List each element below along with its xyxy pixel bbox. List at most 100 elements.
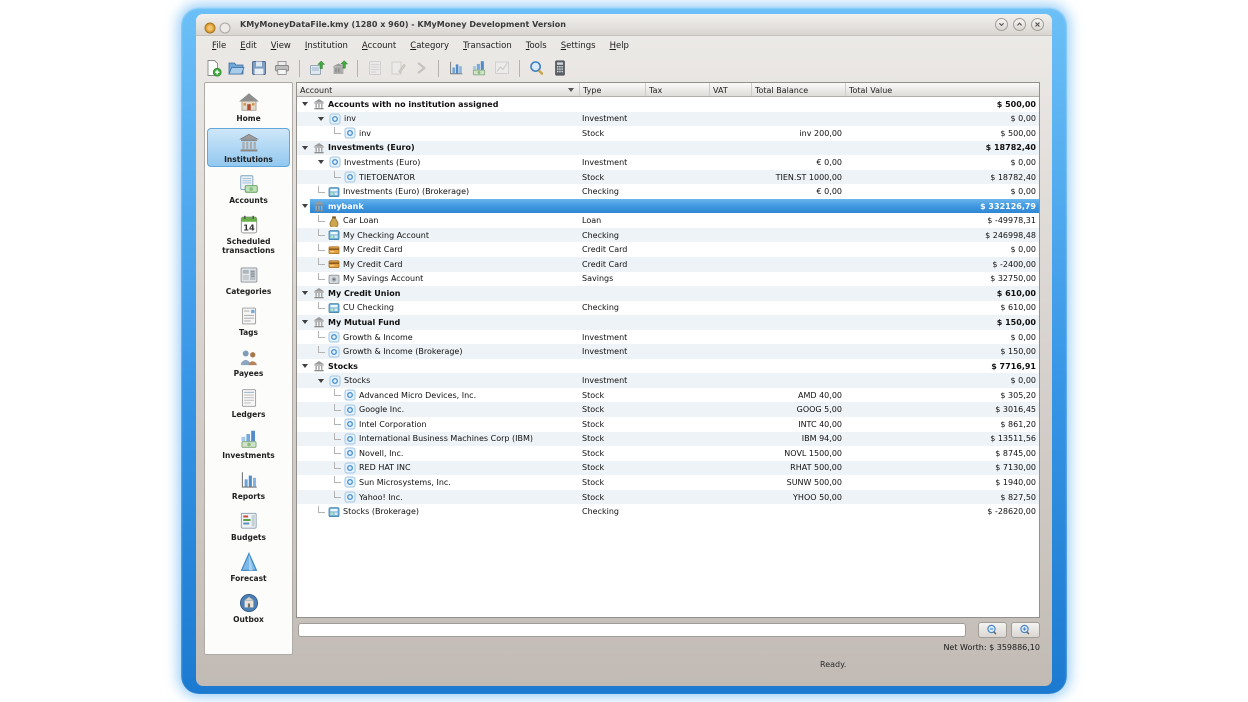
cell-name: Sun Microsystems, Inc.: [297, 475, 579, 490]
cell-type: Stock: [579, 461, 645, 476]
sidebar-item-ledgers[interactable]: Ledgers: [207, 383, 290, 422]
maximize-button[interactable]: [1013, 18, 1026, 31]
column-header-account[interactable]: Account: [297, 83, 579, 96]
close-button[interactable]: [1031, 18, 1044, 31]
tree-expander-icon[interactable]: [302, 146, 308, 150]
collapse-all-button[interactable]: [978, 622, 1007, 638]
toolbar-find-icon[interactable]: [528, 59, 546, 77]
column-header-type[interactable]: Type: [579, 83, 645, 96]
table-row[interactable]: Intel CorporationStockINTC 40,00$ 861,20: [297, 417, 1039, 432]
sidebar-item-home[interactable]: Home: [207, 87, 290, 126]
column-header-tax[interactable]: Tax: [645, 83, 709, 96]
menu-account[interactable]: Account: [355, 39, 403, 53]
sidebar-item-outbox[interactable]: Outbox: [207, 588, 290, 627]
menu-view[interactable]: View: [264, 39, 298, 53]
menu-category[interactable]: Category: [403, 39, 456, 53]
sidebar-item-tags[interactable]: Tags: [207, 301, 290, 340]
menu-file[interactable]: File: [205, 39, 233, 53]
cell-balance: YHOO 50,00: [751, 490, 845, 505]
table-row[interactable]: Investments (Euro)Investment€ 0,00$ 0,00: [297, 155, 1039, 170]
cell-vat: [709, 490, 751, 505]
toolbar-new-account-icon[interactable]: [308, 59, 326, 77]
tree-expander-icon[interactable]: [302, 102, 308, 106]
column-header-total-value[interactable]: Total Value: [845, 83, 1039, 96]
column-header-total-balance[interactable]: Total Balance: [751, 83, 845, 96]
table-row[interactable]: TIETOENATORStockTIEN.ST 1000,00$ 18782,4…: [297, 170, 1039, 185]
sidebar-item-institutions[interactable]: Institutions: [207, 128, 290, 167]
table-row[interactable]: Yahoo! Inc.StockYHOO 50,00$ 827,50: [297, 490, 1039, 505]
table-row[interactable]: Investments (Euro)$ 18782,40: [297, 141, 1039, 156]
tree-expander-icon[interactable]: [318, 117, 324, 121]
table-row[interactable]: Sun Microsystems, Inc.StockSUNW 500,00$ …: [297, 475, 1039, 490]
toolbar-new-file-icon[interactable]: [204, 59, 222, 77]
table-row[interactable]: My Credit Union$ 610,00: [297, 286, 1039, 301]
tree-expander-icon[interactable]: [302, 204, 308, 208]
table-row[interactable]: mybank$ 332126,79: [297, 199, 1039, 214]
table-row[interactable]: RED HAT INCStockRHAT 500,00$ 7130,00: [297, 461, 1039, 476]
tree-expander-icon[interactable]: [302, 320, 308, 324]
table-row[interactable]: Investments (Euro) (Brokerage)Checking€ …: [297, 184, 1039, 199]
tree-expander-icon[interactable]: [318, 160, 324, 164]
menu-help[interactable]: Help: [603, 39, 636, 53]
table-row[interactable]: My Savings AccountSavings$ 32750,00: [297, 272, 1039, 287]
sidebar-item-investments[interactable]: Investments: [207, 424, 290, 463]
sidebar-item-forecast[interactable]: Forecast: [207, 547, 290, 586]
toolbar-print-icon[interactable]: [273, 59, 291, 77]
toolbar-calculator-icon[interactable]: [551, 59, 569, 77]
table-row[interactable]: International Business Machines Corp (IB…: [297, 432, 1039, 447]
sidebar-item-payees[interactable]: Payees: [207, 342, 290, 381]
kmymoney-app-icon: [204, 19, 216, 31]
table-row[interactable]: My Checking AccountChecking$ 246998,48: [297, 228, 1039, 243]
sidebar-item-accounts[interactable]: Accounts: [207, 169, 290, 208]
sidebar-item-label: Investments: [222, 451, 274, 460]
toolbar: [196, 55, 569, 81]
tree-expander-icon[interactable]: [302, 291, 308, 295]
table-row[interactable]: Stocks$ 7716,91: [297, 359, 1039, 374]
menu-tools[interactable]: Tools: [519, 39, 554, 53]
expand-all-button[interactable]: [1011, 622, 1040, 638]
menu-institution[interactable]: Institution: [298, 39, 355, 53]
cell-tax: [645, 504, 709, 519]
window-menu-icon[interactable]: [219, 19, 231, 31]
table-row[interactable]: My Credit CardCredit Card$ -2400,00: [297, 257, 1039, 272]
menu-edit[interactable]: Edit: [233, 39, 263, 53]
toolbar-open-file-icon[interactable]: [227, 59, 245, 77]
sidebar-item-reports[interactable]: Reports: [207, 465, 290, 504]
investment-icon: [344, 447, 356, 459]
menu-settings[interactable]: Settings: [554, 39, 603, 53]
column-header-vat[interactable]: VAT: [709, 83, 751, 96]
table-row[interactable]: Novell, Inc.StockNOVL 1500,00$ 8745,00: [297, 446, 1039, 461]
table-row[interactable]: invStockinv 200,00$ 500,00: [297, 126, 1039, 141]
sidebar-item-scheduled-transactions[interactable]: 14Scheduled transactions: [207, 210, 290, 258]
table-row[interactable]: Accounts with no institution assigned$ 5…: [297, 97, 1039, 112]
table-row[interactable]: invInvestment$ 0,00: [297, 112, 1039, 127]
toolbar-investments-icon[interactable]: [470, 59, 488, 77]
tree-expander-icon[interactable]: [318, 379, 324, 383]
titlebar[interactable]: KMyMoneyDataFile.kmy (1280 x 960) - KMyM…: [196, 14, 1052, 36]
sidebar-item-categories[interactable]: Categories: [207, 260, 290, 299]
cell-value: $ 861,20: [845, 417, 1039, 432]
toolbar-reports-icon[interactable]: [447, 59, 465, 77]
minimize-button[interactable]: [995, 18, 1008, 31]
accounts-icon: [238, 173, 260, 195]
table-row[interactable]: Advanced Micro Devices, Inc.StockAMD 40,…: [297, 388, 1039, 403]
tree-expander-icon[interactable]: [302, 364, 308, 368]
table-row[interactable]: StocksInvestment$ 0,00: [297, 373, 1039, 388]
toolbar-save-icon[interactable]: [250, 59, 268, 77]
menu-transaction[interactable]: Transaction: [456, 39, 519, 53]
table-row[interactable]: Car LoanLoan$ -49978,31: [297, 213, 1039, 228]
table-row[interactable]: Growth & Income (Brokerage)Investment$ 1…: [297, 344, 1039, 359]
table-row[interactable]: CU CheckingChecking$ 610,00: [297, 301, 1039, 316]
bank-icon: [313, 287, 325, 299]
table-row[interactable]: Stocks (Brokerage)Checking$ -28620,00: [297, 504, 1039, 519]
table-row[interactable]: My Mutual Fund$ 150,00: [297, 315, 1039, 330]
table-row[interactable]: Google Inc.StockGOOG 5,00$ 3016,45: [297, 402, 1039, 417]
investment-icon: [344, 389, 356, 401]
sidebar-item-budgets[interactable]: Budgets: [207, 506, 290, 545]
account-name: My Mutual Fund: [328, 318, 400, 327]
table-row[interactable]: My Credit CardCredit Card$ 0,00: [297, 242, 1039, 257]
table-row[interactable]: Growth & IncomeInvestment$ 0,00: [297, 330, 1039, 345]
checking-icon: [328, 302, 340, 314]
toolbar-new-institution-icon[interactable]: [331, 59, 349, 77]
account-filter-input[interactable]: [298, 623, 966, 637]
